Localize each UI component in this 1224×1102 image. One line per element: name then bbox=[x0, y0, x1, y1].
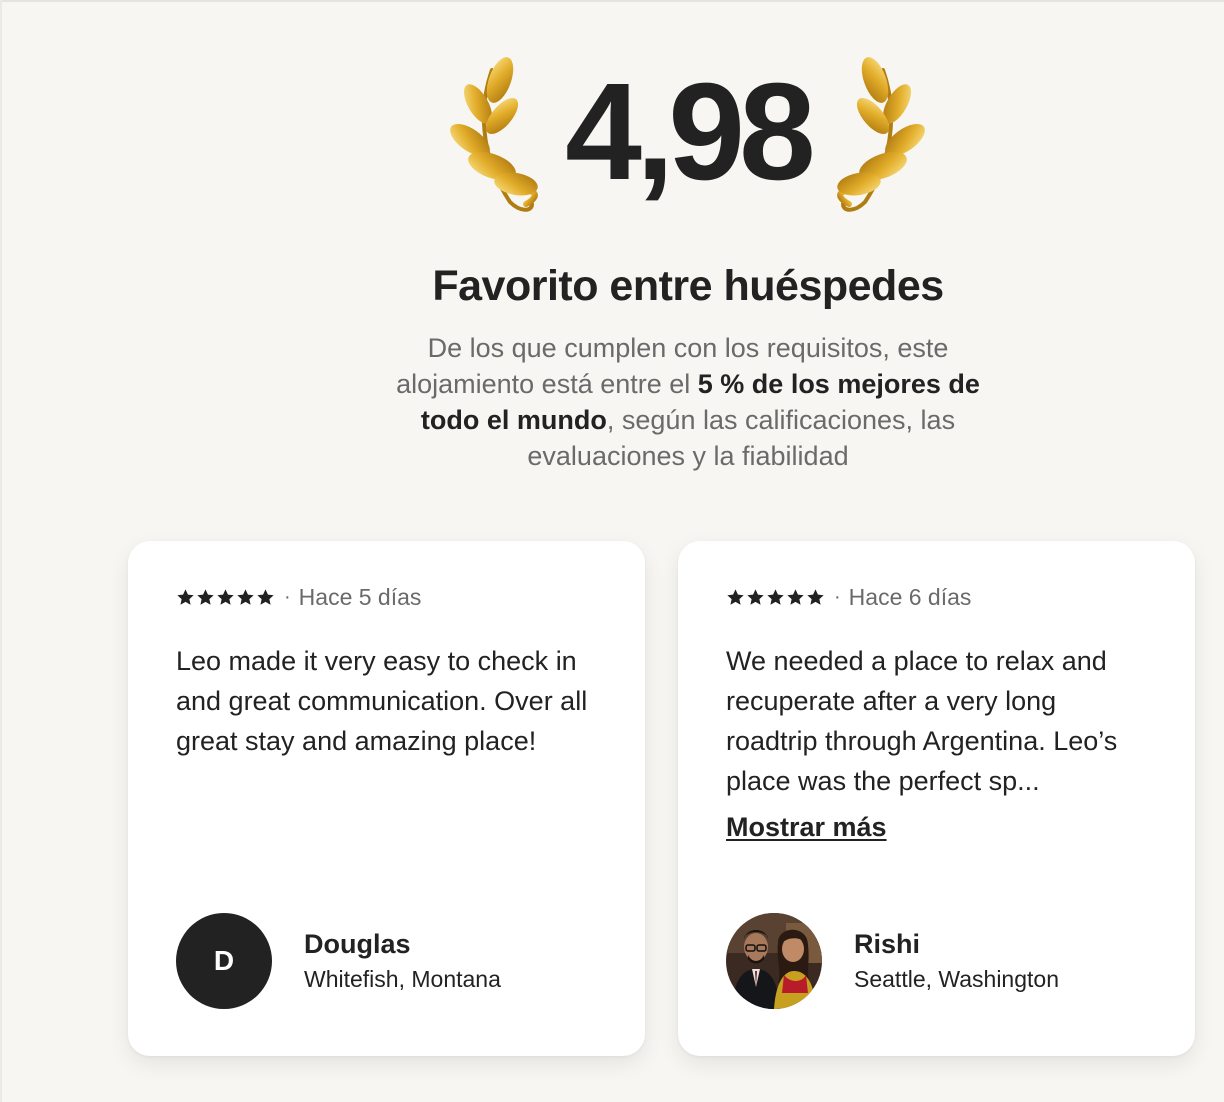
avatar[interactable]: D bbox=[176, 913, 272, 1009]
rating-display: 4,98 bbox=[420, 40, 960, 240]
meta-separator: · bbox=[834, 585, 841, 608]
avatar[interactable] bbox=[726, 913, 822, 1009]
author-info: Douglas Whitefish, Montana bbox=[304, 926, 501, 996]
author-location: Whitefish, Montana bbox=[304, 966, 501, 992]
review-author: D Douglas Whitefish, Montana bbox=[176, 913, 501, 1009]
author-info: Rishi Seattle, Washington bbox=[854, 926, 1059, 996]
badge-description: De los que cumplen con los requisitos, e… bbox=[388, 330, 988, 474]
badge-title: Favorito entre huéspedes bbox=[432, 262, 944, 310]
review-author: Rishi Seattle, Washington bbox=[726, 913, 1059, 1009]
overall-rating: 4,98 bbox=[565, 55, 816, 209]
review-text: Leo made it very easy to check in and gr… bbox=[176, 646, 588, 756]
laurel-right-icon bbox=[835, 54, 935, 224]
laurel-left-icon bbox=[440, 54, 540, 224]
review-date: Hace 6 días bbox=[848, 583, 972, 610]
star-icon bbox=[786, 588, 805, 607]
star-icon bbox=[766, 588, 785, 607]
meta-separator: · bbox=[284, 585, 291, 608]
star-icon bbox=[726, 588, 745, 607]
star-icon bbox=[806, 588, 825, 607]
show-more-link[interactable]: Mostrar más bbox=[726, 812, 887, 843]
star-rating bbox=[176, 588, 275, 607]
review-text: We needed a place to relax and recuperat… bbox=[726, 646, 1118, 796]
avatar-initial: D bbox=[213, 945, 235, 976]
star-icon bbox=[236, 588, 255, 607]
star-icon bbox=[196, 588, 215, 607]
guest-favorite-section: 4,98 Favorito entre huéspedes De los que… bbox=[0, 0, 1224, 500]
author-name: Douglas bbox=[304, 929, 411, 959]
review-meta: · Hace 6 días bbox=[726, 581, 971, 613]
author-location: Seattle, Washington bbox=[854, 966, 1059, 992]
profile-photo bbox=[726, 913, 822, 1009]
review-date: Hace 5 días bbox=[298, 583, 422, 610]
review-card: · Hace 6 días We needed a place to relax… bbox=[678, 541, 1195, 1056]
star-icon bbox=[216, 588, 235, 607]
review-card: · Hace 5 días Leo made it very easy to c… bbox=[128, 541, 645, 1056]
star-rating bbox=[726, 588, 825, 607]
star-icon bbox=[746, 588, 765, 607]
star-icon bbox=[176, 588, 195, 607]
star-icon bbox=[256, 588, 275, 607]
author-name: Rishi bbox=[854, 929, 921, 959]
review-meta: · Hace 5 días bbox=[176, 581, 421, 613]
